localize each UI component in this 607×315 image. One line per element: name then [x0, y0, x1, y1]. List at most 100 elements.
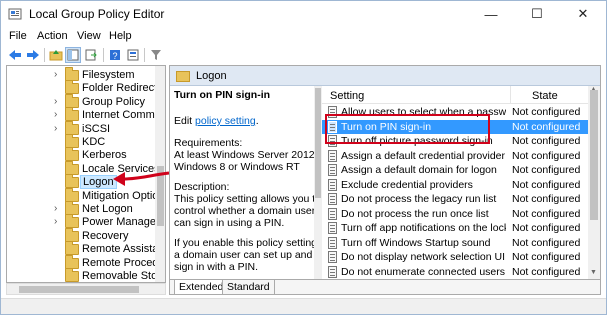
menu-bar: File Action View Help — [1, 28, 606, 46]
edit-policy-link[interactable]: policy setting — [195, 115, 256, 127]
column-state[interactable]: State — [532, 90, 558, 102]
menu-help[interactable]: Help — [109, 30, 132, 42]
setting-state: Not configured — [512, 251, 581, 263]
folder-icon — [65, 160, 79, 175]
policy-setting-icon — [328, 251, 337, 263]
folder-icon — [65, 187, 79, 202]
tree-horizontal-scrollbar[interactable] — [6, 283, 166, 295]
details-header-title: Logon — [196, 70, 227, 82]
description-scrollbar[interactable] — [314, 86, 322, 279]
expand-chevron-icon[interactable]: › — [54, 96, 57, 107]
policy-setting-icon — [328, 149, 337, 162]
folder-icon — [65, 227, 79, 242]
expand-chevron-icon[interactable]: › — [54, 216, 57, 227]
back-icon[interactable] — [7, 47, 23, 63]
tree-item-label: Mitigation Options — [82, 189, 166, 202]
menu-file[interactable]: File — [9, 30, 27, 42]
setting-row[interactable]: Do not display network selection UI Not c… — [322, 250, 600, 264]
requirements-text: Requirements: At least Windows Server 20… — [174, 137, 318, 173]
policy-setting-icon — [328, 164, 337, 176]
policy-setting-icon — [328, 193, 337, 205]
setting-state: Not configured — [512, 193, 581, 205]
setting-name: Do not enumerate connected users on d... — [341, 265, 506, 278]
scrollbar-thumb[interactable] — [19, 286, 139, 293]
setting-state: Not configured — [512, 236, 581, 249]
view-tabs: Extended Standard — [170, 279, 600, 294]
menu-action[interactable]: Action — [37, 30, 68, 42]
setting-state: Not configured — [512, 135, 581, 147]
setting-row[interactable]: Assign a default credential provider Not … — [322, 149, 600, 163]
scrollbar-thumb[interactable] — [590, 90, 598, 220]
folder-icon — [176, 71, 190, 82]
tree-item-label: Removable Storage — [82, 270, 165, 282]
description-text: Description: This policy setting allows … — [174, 181, 321, 229]
close-button[interactable]: ✕ — [561, 1, 605, 27]
tab-standard[interactable]: Standard — [222, 280, 275, 294]
setting-state: Not configured — [512, 106, 581, 118]
toolbar: ? — [1, 46, 606, 64]
details-header: Logon — [170, 66, 600, 86]
setting-name: Exclude credential providers — [341, 178, 473, 191]
folder-icon — [65, 147, 79, 162]
scroll-down-icon[interactable]: ▼ — [590, 269, 597, 276]
tab-extended[interactable]: Extended — [174, 280, 229, 294]
setting-row[interactable]: Do not enumerate connected users on d...… — [322, 265, 600, 279]
forward-icon[interactable] — [25, 47, 41, 63]
folder-icon — [65, 67, 79, 81]
setting-row[interactable]: Turn off app notifications on the lock s… — [322, 221, 600, 235]
setting-state: Not configured — [512, 149, 581, 162]
toolbar-separator — [103, 48, 104, 62]
minimize-button[interactable]: — — [469, 1, 513, 27]
menu-view[interactable]: View — [77, 30, 101, 42]
folder-icon — [65, 214, 79, 229]
properties-icon[interactable] — [125, 47, 141, 63]
app-window: Local Group Policy Editor — ☐ ✕ File Act… — [0, 0, 607, 315]
status-bar — [1, 298, 606, 314]
folder-icon — [65, 107, 79, 122]
column-setting[interactable]: Setting — [330, 90, 364, 102]
policy-setting-icon — [328, 265, 337, 278]
setting-name: Do not process the run once list — [341, 207, 489, 220]
title-bar: Local Group Policy Editor — ☐ ✕ — [1, 1, 606, 27]
setting-state: Not configured — [512, 164, 581, 176]
expand-chevron-icon[interactable]: › — [54, 109, 57, 120]
setting-state: Not configured — [512, 222, 581, 234]
list-column-header: Setting State — [322, 86, 600, 104]
setting-name: Turn off Windows Startup sound — [341, 236, 491, 249]
export-list-icon[interactable] — [83, 47, 99, 63]
expand-chevron-icon[interactable]: › — [54, 69, 57, 80]
description-panel: Turn on PIN sign-in Edit policy setting.… — [174, 89, 322, 279]
setting-row[interactable]: Do not process the run once list Not conf… — [322, 207, 600, 221]
setting-name: Turn off app notifications on the lock s… — [341, 222, 506, 234]
setting-row[interactable]: Assign a default domain for logon Not con… — [322, 163, 600, 177]
up-folder-icon[interactable] — [48, 47, 64, 63]
toolbar-separator — [44, 48, 45, 62]
expand-chevron-icon[interactable]: › — [54, 203, 57, 214]
scrollbar-thumb[interactable] — [315, 88, 321, 198]
folder-icon — [65, 80, 79, 95]
setting-row[interactable]: Do not process the legacy run list Not co… — [322, 192, 600, 206]
folder-icon — [65, 254, 79, 269]
group-policy-app-icon — [8, 8, 22, 20]
maximize-button[interactable]: ☐ — [515, 1, 559, 27]
show-hide-tree-icon[interactable] — [65, 47, 81, 63]
tree-item-label: Power Managemer — [82, 216, 166, 229]
policy-title: Turn on PIN sign-in — [174, 89, 271, 101]
annotation-highlight-box — [325, 114, 490, 144]
column-divider[interactable] — [510, 86, 511, 104]
setting-row[interactable]: Turn off Windows Startup sound Not config… — [322, 236, 600, 250]
settings-list-scrollbar[interactable]: ▲ ▼ — [588, 86, 600, 279]
setting-row[interactable]: Exclude credential providers Not configur… — [322, 178, 600, 192]
setting-state: Not configured — [512, 178, 581, 191]
expand-chevron-icon[interactable]: › — [54, 123, 57, 134]
edit-suffix: . — [255, 115, 259, 127]
tree-item[interactable]: Removable Storage — [7, 268, 165, 282]
setting-state: Not configured — [512, 265, 581, 278]
folder-icon — [65, 120, 79, 135]
filter-icon[interactable] — [148, 47, 164, 63]
folder-icon — [65, 93, 79, 108]
help-icon[interactable]: ? — [107, 47, 123, 63]
edit-prefix: Edit — [174, 115, 196, 127]
tree-item-label: Recovery — [82, 229, 129, 242]
tree-item-label: Remote Procedure — [82, 256, 166, 269]
